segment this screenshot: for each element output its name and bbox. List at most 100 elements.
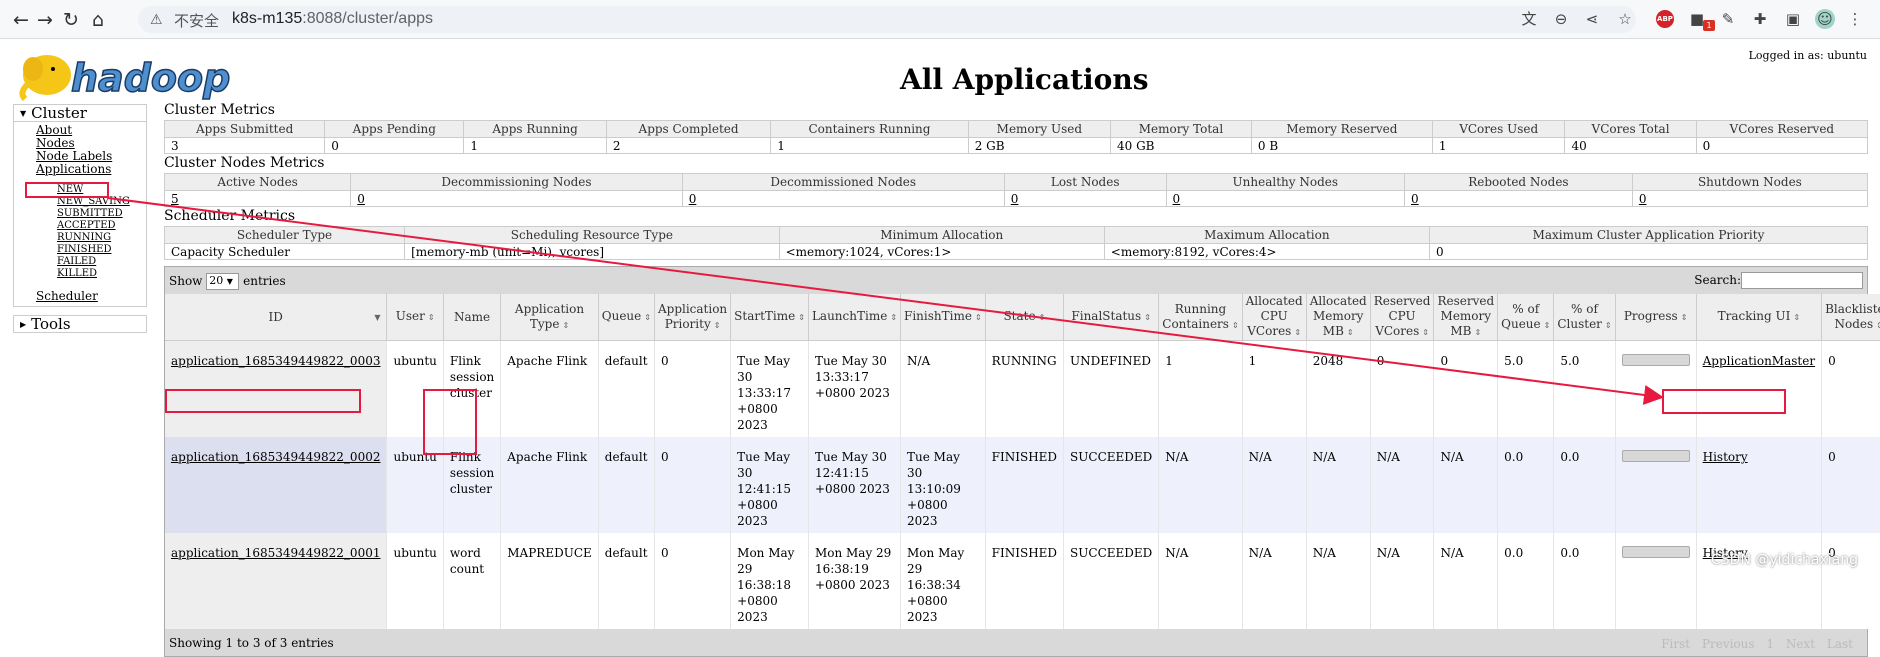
column-header-tracking-ui[interactable]: Tracking UI ⇕ <box>1696 294 1823 341</box>
lost-nodes-link[interactable]: 0 <box>1011 192 1019 206</box>
column-header-progress[interactable]: Progress ⇕ <box>1615 294 1697 341</box>
column-header-type[interactable]: Application Type ⇕ <box>500 294 599 341</box>
sidebar-link-finished[interactable]: FINISHED <box>36 244 146 256</box>
back-icon[interactable]: ← <box>9 8 33 32</box>
page-number-button[interactable]: 1 <box>1766 637 1774 651</box>
home-icon[interactable]: ⌂ <box>86 8 110 32</box>
column-header-state[interactable]: State ⇕ <box>985 294 1065 341</box>
column-header-blacklisted-nodes[interactable]: Blacklisted Nodes⇕ <box>1821 294 1880 341</box>
metric-value: <memory:1024, vCores:1> <box>778 243 1105 260</box>
menu-icon[interactable]: ⋮ <box>1845 9 1865 29</box>
sidebar-link-killed[interactable]: KILLED <box>36 268 146 280</box>
sort-icon: ⇕ <box>1422 328 1429 337</box>
column-header-user[interactable]: User ⇕ <box>386 294 444 341</box>
bookmark-star-icon[interactable]: ☆ <box>1615 9 1635 29</box>
app-id-link[interactable]: application_1685349449822_0003 <box>171 354 380 368</box>
column-header-pct-cluster[interactable]: % of Cluster ⇕ <box>1553 294 1616 341</box>
shutdown-nodes-link[interactable]: 0 <box>1639 192 1647 206</box>
page-length-select[interactable]: 20 ▼ <box>206 273 240 290</box>
app-finishtime: Mon May 29 16:38:34 +0800 2023 <box>900 533 986 629</box>
page-first-button[interactable]: First <box>1661 637 1690 651</box>
column-header-priority[interactable]: Application Priority ⇕ <box>654 294 732 341</box>
metric-header: VCores Reserved <box>1695 120 1869 138</box>
column-header-id[interactable]: ID ▼ <box>165 294 388 341</box>
app-priority: 0 <box>654 437 732 533</box>
page-last-button[interactable]: Last <box>1827 637 1853 651</box>
app-blacklisted-nodes: 0 <box>1821 437 1880 533</box>
sidebar-link-applications[interactable]: Applications <box>36 163 146 176</box>
zoom-icon[interactable]: ⊖ <box>1551 9 1571 29</box>
sidebar-link-accepted[interactable]: ACCEPTED <box>36 220 146 232</box>
sort-icon: ⇕ <box>1474 328 1482 337</box>
column-header-queue[interactable]: Queue ⇕ <box>598 294 655 341</box>
active-nodes-link[interactable]: 5 <box>171 192 179 206</box>
avatar[interactable]: ☺ <box>1815 9 1835 29</box>
column-header-name[interactable]: Name <box>443 294 502 341</box>
column-header-running-containers[interactable]: Running Containers ⇕ <box>1158 294 1243 341</box>
address-bar[interactable]: ⚠ 不安全 k8s-m135:8088/cluster/apps <box>138 6 1636 33</box>
app-id-link[interactable]: application_1685349449822_0002 <box>171 450 380 464</box>
sort-icon: ⇕ <box>713 320 721 330</box>
translate-icon[interactable]: 文 <box>1519 9 1539 29</box>
share-icon[interactable]: ⋖ <box>1582 9 1602 29</box>
adblock-icon[interactable]: ABP <box>1656 10 1674 28</box>
scheduler-metrics-table: Scheduler Type Scheduling Resource Type … <box>163 226 1869 260</box>
metric-header: Containers Running <box>770 120 969 138</box>
column-header-reserved-vcores[interactable]: Reserved CPU VCores ⇕ <box>1370 294 1435 341</box>
column-header-launchtime[interactable]: LaunchTime ⇕ <box>808 294 902 341</box>
annotation-box-applications <box>25 182 109 198</box>
page-previous-button[interactable]: Previous <box>1702 637 1755 651</box>
sort-icon: ⇕ <box>1680 313 1688 322</box>
decommissioning-nodes-link[interactable]: 0 <box>357 192 365 206</box>
page-next-button[interactable]: Next <box>1786 637 1815 651</box>
column-header-finalstatus[interactable]: FinalStatus ⇕ <box>1063 294 1160 341</box>
app-queue: default <box>598 437 655 533</box>
tools-accordion[interactable]: ▶ Tools <box>13 315 147 333</box>
annotation-box-tracking-ui <box>1662 389 1786 414</box>
column-header-starttime[interactable]: StartTime ⇕ <box>730 294 809 341</box>
unhealthy-nodes-link[interactable]: 0 <box>1173 192 1181 206</box>
applications-panel: Show 20 ▼ entries Search: ID ▼ User ⇕ Name <box>164 266 1880 657</box>
hadoop-page: hadoop All Applications Logged in as: ub… <box>0 40 1880 657</box>
metric-value: [memory-mb (unit=Mi), vcores] <box>404 243 780 260</box>
puzzle-icon[interactable]: ✚ <box>1750 9 1770 29</box>
sort-icon: ⇕ <box>1876 320 1880 330</box>
metric-value: Capacity Scheduler <box>163 243 406 260</box>
metric-header: Apps Pending <box>324 120 465 138</box>
app-id-link[interactable]: application_1685349449822_0001 <box>171 546 380 560</box>
column-header-finishtime[interactable]: FinishTime ⇕ <box>900 294 986 341</box>
cluster-accordion[interactable]: ▼ Cluster <box>13 104 147 122</box>
metric-header: Memory Total <box>1110 120 1252 138</box>
sidebar-link-running[interactable]: RUNNING <box>36 232 146 244</box>
search-control: Search: <box>1694 272 1863 289</box>
annotation-box-app-id <box>165 389 361 413</box>
tools-label: Tools <box>31 315 71 333</box>
forward-icon[interactable]: → <box>33 8 57 32</box>
column-header-allocated-vcores[interactable]: Allocated CPU VCores ⇕ <box>1242 294 1307 341</box>
sidebar-link-submitted[interactable]: SUBMITTED <box>36 208 146 220</box>
sidepanel-icon[interactable]: ▣ <box>1783 9 1803 29</box>
sidebar-link-scheduler[interactable]: Scheduler <box>36 290 146 303</box>
eyedropper-icon[interactable]: ✎ <box>1718 9 1738 29</box>
app-allocated-vcores: N/A <box>1242 437 1307 533</box>
column-header-allocated-memory[interactable]: Allocated Memory MB ⇕ <box>1306 294 1371 341</box>
warning-icon: ⚠ <box>150 11 163 27</box>
column-header-pct-queue[interactable]: % of Queue ⇕ <box>1497 294 1555 341</box>
app-finalstatus: SUCCEEDED <box>1063 437 1160 533</box>
decommissioned-nodes-link[interactable]: 0 <box>689 192 697 206</box>
metric-value: 40 <box>1564 137 1697 154</box>
tracking-ui-link[interactable]: ApplicationMaster <box>1703 354 1815 368</box>
rebooted-nodes-link[interactable]: 0 <box>1411 192 1419 206</box>
app-pct-cluster: 0.0 <box>1553 437 1616 533</box>
sort-icon: ⇕ <box>1604 320 1612 330</box>
metric-value: 0 <box>324 137 465 154</box>
sort-icon: ⇕ <box>1144 313 1151 322</box>
tracking-ui-link[interactable]: History <box>1703 450 1748 464</box>
reload-icon[interactable]: ↻ <box>59 8 83 32</box>
watermark: CSDN @yidichaxiang <box>1711 552 1858 568</box>
sidebar-link-failed[interactable]: FAILED <box>36 256 146 268</box>
app-state: RUNNING <box>985 340 1065 437</box>
app-type: Apache Flink <box>500 340 599 437</box>
column-header-reserved-memory[interactable]: Reserved Memory MB ⇕ <box>1433 294 1499 341</box>
search-input[interactable] <box>1741 272 1863 289</box>
